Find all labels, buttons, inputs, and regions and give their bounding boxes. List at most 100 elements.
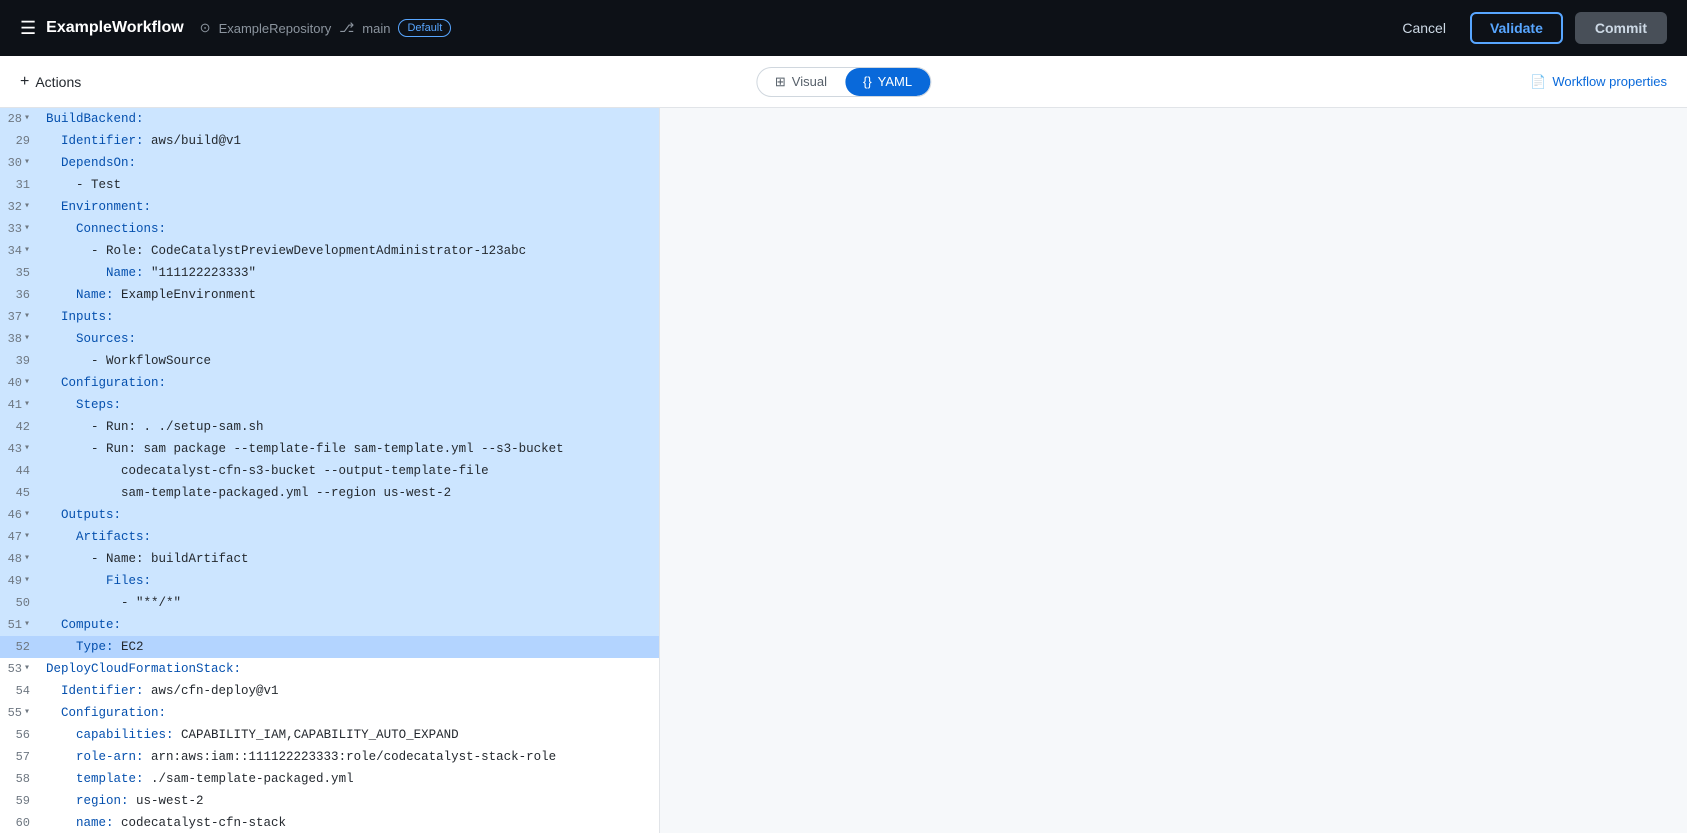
actions-button[interactable]: + Actions: [20, 73, 81, 91]
code-line: 56 capabilities: CAPABILITY_IAM,CAPABILI…: [0, 724, 659, 746]
code-line: 33▾ Connections:: [0, 218, 659, 240]
line-content: - Name: buildArtifact: [42, 548, 659, 570]
line-number: 40▾: [0, 372, 42, 394]
line-content: - WorkflowSource: [42, 350, 659, 372]
code-line: 36 Name: ExampleEnvironment: [0, 284, 659, 306]
line-content: - "**/*": [42, 592, 659, 614]
fold-arrow[interactable]: ▾: [24, 504, 30, 526]
code-line: 31 - Test: [0, 174, 659, 196]
line-number: 29: [0, 130, 42, 152]
line-content: - Role: CodeCatalystPreviewDevelopmentAd…: [42, 240, 659, 262]
fold-arrow[interactable]: ▾: [24, 438, 30, 460]
line-content: Name: "111122223333": [42, 262, 659, 284]
code-line: 46▾ Outputs:: [0, 504, 659, 526]
code-line: 34▾ - Role: CodeCatalystPreviewDevelopme…: [0, 240, 659, 262]
code-line: 38▾ Sources:: [0, 328, 659, 350]
repo-name: ExampleRepository: [219, 21, 332, 36]
repo-icon: ⊙: [200, 20, 211, 36]
fold-arrow[interactable]: ▾: [24, 218, 30, 240]
code-line: 60 name: codecatalyst-cfn-stack: [0, 812, 659, 833]
line-content: Artifacts:: [42, 526, 659, 548]
line-content: Files:: [42, 570, 659, 592]
fold-arrow[interactable]: ▾: [24, 526, 30, 548]
line-content: Name: ExampleEnvironment: [42, 284, 659, 306]
hamburger-icon[interactable]: ☰: [20, 18, 36, 39]
line-number: 33▾: [0, 218, 42, 240]
line-number: 51▾: [0, 614, 42, 636]
line-number: 37▾: [0, 306, 42, 328]
visual-icon: ⊞: [775, 74, 786, 90]
plus-icon: +: [20, 73, 29, 91]
yaml-icon: {}: [863, 74, 872, 89]
code-line: 52 Type: EC2: [0, 636, 659, 658]
line-number: 46▾: [0, 504, 42, 526]
branch-name: main: [362, 21, 390, 36]
yaml-tab[interactable]: {} YAML: [845, 68, 930, 96]
workflow-properties-button[interactable]: 📄 Workflow properties: [1530, 74, 1667, 90]
line-content: Connections:: [42, 218, 659, 240]
commit-button[interactable]: Commit: [1575, 12, 1667, 44]
line-number: 48▾: [0, 548, 42, 570]
line-number: 45: [0, 482, 42, 504]
code-line: 41▾ Steps:: [0, 394, 659, 416]
code-line: 35 Name: "111122223333": [0, 262, 659, 284]
fold-arrow[interactable]: ▾: [24, 196, 30, 218]
line-number: 50: [0, 592, 42, 614]
navbar-actions: Cancel Validate Commit: [1390, 12, 1667, 44]
code-panel[interactable]: 28▾BuildBackend:29 Identifier: aws/build…: [0, 108, 660, 833]
line-content: Type: EC2: [42, 636, 659, 658]
fold-arrow[interactable]: ▾: [24, 614, 30, 636]
line-content: role-arn: arn:aws:iam::111122223333:role…: [42, 746, 659, 768]
line-content: - Run: . ./setup-sam.sh: [42, 416, 659, 438]
line-content: Identifier: aws/cfn-deploy@v1: [42, 680, 659, 702]
code-line: 59 region: us-west-2: [0, 790, 659, 812]
fold-arrow[interactable]: ▾: [24, 548, 30, 570]
code-line: 50 - "**/*": [0, 592, 659, 614]
code-line: 48▾ - Name: buildArtifact: [0, 548, 659, 570]
line-content: Compute:: [42, 614, 659, 636]
fold-arrow[interactable]: ▾: [24, 328, 30, 350]
right-panel: [660, 108, 1687, 833]
line-content: Outputs:: [42, 504, 659, 526]
code-line: 57 role-arn: arn:aws:iam::111122223333:r…: [0, 746, 659, 768]
code-line: 40▾ Configuration:: [0, 372, 659, 394]
code-line: 47▾ Artifacts:: [0, 526, 659, 548]
line-number: 31: [0, 174, 42, 196]
fold-arrow[interactable]: ▾: [24, 372, 30, 394]
line-number: 59: [0, 790, 42, 812]
fold-arrow[interactable]: ▾: [24, 570, 30, 592]
line-content: Inputs:: [42, 306, 659, 328]
code-line: 53▾DeployCloudFormationStack:: [0, 658, 659, 680]
code-line: 51▾ Compute:: [0, 614, 659, 636]
line-number: 43▾: [0, 438, 42, 460]
line-number: 28▾: [0, 108, 42, 130]
line-number: 30▾: [0, 152, 42, 174]
code-line: 54 Identifier: aws/cfn-deploy@v1: [0, 680, 659, 702]
fold-arrow[interactable]: ▾: [24, 240, 30, 262]
branch-icon: ⎇: [339, 20, 354, 36]
visual-tab[interactable]: ⊞ Visual: [757, 68, 845, 96]
fold-arrow[interactable]: ▾: [24, 702, 30, 724]
default-badge: Default: [398, 19, 451, 37]
line-number: 58: [0, 768, 42, 790]
code-line: 44 codecatalyst-cfn-s3-bucket --output-t…: [0, 460, 659, 482]
workflow-title: ExampleWorkflow: [46, 19, 184, 37]
line-number: 41▾: [0, 394, 42, 416]
fold-arrow[interactable]: ▾: [24, 394, 30, 416]
actions-label: Actions: [35, 74, 81, 90]
code-line: 49▾ Files:: [0, 570, 659, 592]
yaml-label: YAML: [878, 74, 912, 89]
fold-arrow[interactable]: ▾: [24, 658, 30, 680]
line-content: sam-template-packaged.yml --region us-we…: [42, 482, 659, 504]
validate-button[interactable]: Validate: [1470, 12, 1563, 44]
line-number: 60: [0, 812, 42, 833]
line-number: 32▾: [0, 196, 42, 218]
fold-arrow[interactable]: ▾: [24, 306, 30, 328]
line-content: - Run: sam package --template-file sam-t…: [42, 438, 659, 460]
line-number: 35: [0, 262, 42, 284]
cancel-button[interactable]: Cancel: [1390, 14, 1458, 42]
fold-arrow[interactable]: ▾: [24, 108, 30, 130]
line-content: name: codecatalyst-cfn-stack: [42, 812, 659, 833]
fold-arrow[interactable]: ▾: [24, 152, 30, 174]
line-content: template: ./sam-template-packaged.yml: [42, 768, 659, 790]
